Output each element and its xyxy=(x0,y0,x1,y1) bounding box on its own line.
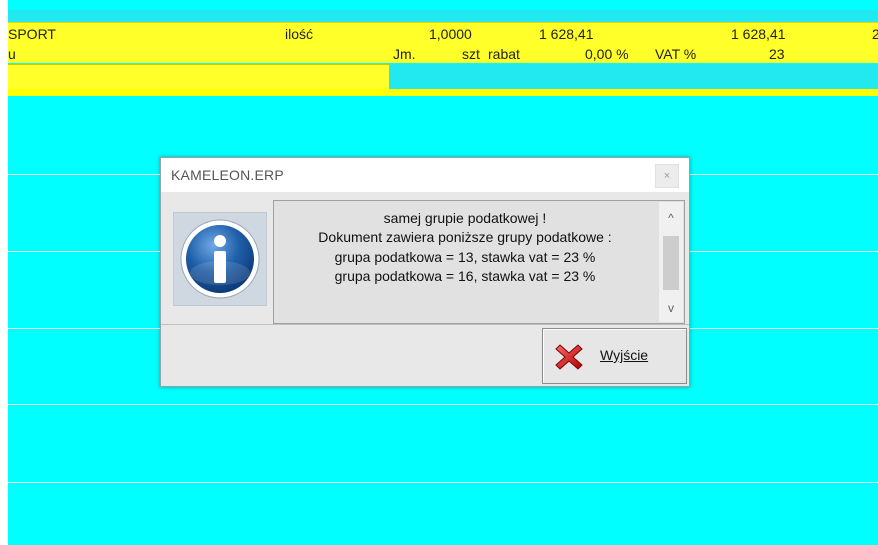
vat-value: 23 xyxy=(769,46,785,62)
grid-row-note-cyan xyxy=(389,64,878,89)
unit-label: Jm. xyxy=(393,46,416,62)
message-line: grupa podatkowa = 16, stawka vat = 23 % xyxy=(334,268,596,284)
item-name-cont: u xyxy=(8,46,16,62)
scroll-thumb[interactable] xyxy=(663,236,679,290)
item-name: SPORT xyxy=(8,26,56,42)
grid-header-band xyxy=(8,10,878,22)
grid-row-note[interactable] xyxy=(8,64,389,90)
price-value: 1 628,41 xyxy=(539,26,594,42)
discount-value: 0,00 % xyxy=(585,46,629,62)
erp-window: SPORT ilość 1,0000 1 628,41 1 628,41 2 u… xyxy=(0,0,878,545)
message-text: samej grupie podatkowej ! Dokument zawie… xyxy=(275,202,655,322)
red-x-icon xyxy=(555,344,583,370)
exit-button[interactable]: Wyjście xyxy=(542,328,687,384)
grid-line xyxy=(8,482,878,483)
message-line: Dokument zawiera poniższe grupy podatkow… xyxy=(318,229,612,245)
grid-row-item[interactable]: SPORT ilość 1,0000 1 628,41 1 628,41 2 xyxy=(8,22,878,45)
grid-row-details[interactable]: u Jm. szt rabat 0,00 % VAT % 23 xyxy=(8,44,878,63)
message-dialog: KAMELEON.ERP × samej grupie podatkowej !… xyxy=(160,157,690,387)
qty-value: 1,0000 xyxy=(429,26,472,42)
message-line: grupa podatkowa = 13, stawka vat = 23 % xyxy=(334,249,596,265)
message-scrollbar[interactable]: ^ v xyxy=(659,202,683,322)
close-icon[interactable]: × xyxy=(655,164,679,188)
grid-line xyxy=(8,404,878,405)
scroll-down-icon[interactable]: v xyxy=(659,298,683,318)
message-text-area[interactable]: samej grupie podatkowej ! Dokument zawie… xyxy=(273,200,685,324)
dialog-title: KAMELEON.ERP xyxy=(171,167,284,183)
extra-value: 2 xyxy=(872,26,878,42)
dialog-divider xyxy=(161,324,689,325)
discount-label: rabat xyxy=(488,46,520,62)
info-icon xyxy=(173,212,267,306)
vat-label: VAT % xyxy=(655,46,697,62)
exit-button-label: Wyjście xyxy=(600,347,649,363)
message-line: samej grupie podatkowej ! xyxy=(383,210,547,226)
grid-row-separator xyxy=(8,89,878,96)
scroll-up-icon[interactable]: ^ xyxy=(659,208,683,228)
unit-value: szt xyxy=(462,46,480,62)
dialog-titlebar[interactable]: KAMELEON.ERP × xyxy=(161,158,689,192)
qty-label: ilość xyxy=(285,26,314,42)
total-value: 1 628,41 xyxy=(731,26,786,42)
